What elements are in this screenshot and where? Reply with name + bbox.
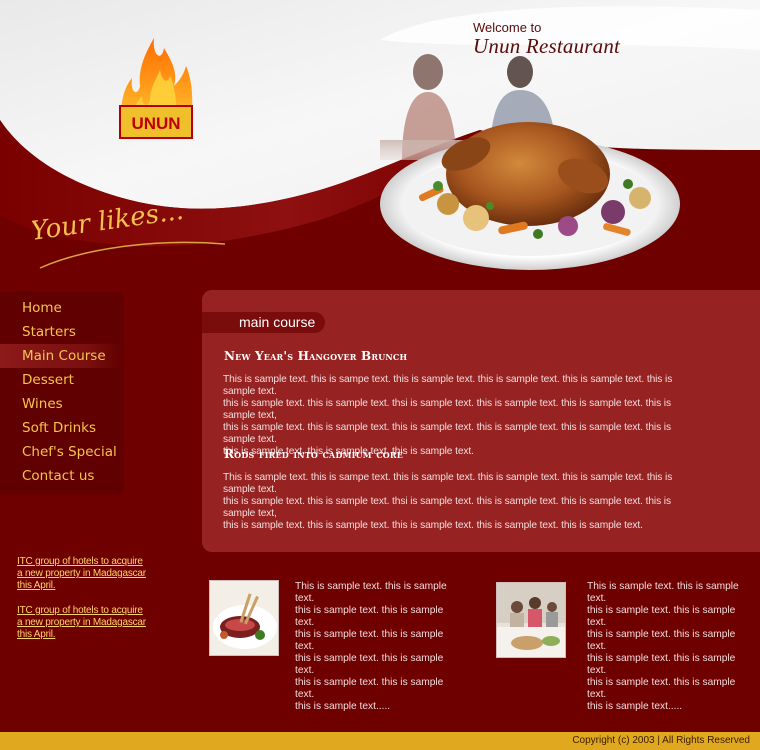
nav-item-soft-drinks[interactable]: Soft Drinks	[0, 416, 124, 440]
news-link-line: a new property in Madagascar	[17, 568, 146, 579]
featured-line: this is sample text. this is sample text…	[295, 629, 444, 652]
news-link-line: ITC group of hotels to acquire	[17, 556, 143, 567]
steak-dish-image	[213, 593, 277, 649]
nav-item-contact-us[interactable]: Contact us	[0, 464, 124, 488]
welcome-label: Welcome to	[473, 20, 542, 35]
nav-item-home[interactable]: Home	[0, 296, 124, 320]
article-title: Rods fired into cadmium core	[224, 447, 404, 461]
featured-line: This is sample text. this is sample text…	[295, 581, 447, 604]
copyright-text: Copyright (c) 2003 | All Rights Reserved	[572, 735, 750, 746]
main-navigation: Home Starters Main Course Dessert Wines …	[0, 292, 124, 494]
logo-text: UNUN	[131, 114, 180, 133]
tagline-your-likes: Your likes...	[32, 198, 185, 247]
featured-thumbnail-family[interactable]	[496, 582, 566, 658]
family-dining-image	[497, 583, 565, 657]
page: UNUN Welcome to Unun Restaurant Your lik…	[0, 0, 760, 750]
featured-line: this is sample text. this is sample text…	[587, 629, 736, 652]
nav-item-main-course[interactable]: Main Course	[0, 344, 124, 368]
article-body: This is sample text. this is sampe text.…	[223, 374, 703, 458]
featured-line: this is sample text. this is sample text…	[587, 653, 736, 676]
news-link[interactable]: ITC group of hotels to acquire a new pro…	[17, 605, 147, 641]
news-link-line: a new property in Madagascar	[17, 617, 146, 628]
featured-line: this is sample text. this is sample text…	[587, 605, 736, 628]
featured-line: this is sample text. this is sample text…	[295, 677, 444, 700]
content-panel: main course New Year's Hangover Brunch T…	[202, 290, 760, 552]
article-title: New Year's Hangover Brunch	[224, 349, 408, 363]
roast-turkey-image	[380, 122, 680, 270]
nav-item-starters[interactable]: Starters	[0, 320, 124, 344]
nav-item-chefs-special[interactable]: Chef's Special	[0, 440, 124, 464]
article-line: this is sample text. this is sample text…	[223, 422, 671, 445]
article-body: This is sample text. this is sampe text.…	[223, 472, 703, 532]
article-line: this is sample text. this is sample text…	[223, 398, 671, 421]
article-line: This is sample text. this is sampe text.…	[223, 374, 673, 397]
news-link-line: this April.	[17, 580, 56, 591]
nav-item-dessert[interactable]: Dessert	[0, 368, 124, 392]
featured-description: This is sample text. this is sample text…	[587, 581, 757, 713]
featured-line: this is sample text.....	[295, 701, 391, 712]
featured-description: This is sample text. this is sample text…	[295, 581, 465, 713]
featured-line: this is sample text.....	[587, 701, 683, 712]
news-link[interactable]: ITC group of hotels to acquire a new pro…	[17, 556, 147, 592]
footer-bar: Copyright (c) 2003 | All Rights Reserved	[0, 732, 760, 750]
article-line: this is sample text. this is sample text…	[223, 496, 671, 519]
flame-logo: UNUN	[119, 38, 193, 139]
featured-line: this is sample text. this is sample text…	[295, 605, 444, 628]
article-line: this is sample text. this is sample text…	[223, 520, 643, 531]
news-link-line: ITC group of hotels to acquire	[17, 605, 143, 616]
featured-line: this is sample text. this is sample text…	[587, 677, 736, 700]
featured-line: This is sample text. this is sample text…	[587, 581, 739, 604]
featured-thumbnail-steak[interactable]	[209, 580, 279, 656]
section-title: main course	[239, 314, 316, 330]
article-line: This is sample text. this is sampe text.…	[223, 472, 673, 495]
tagline-text: Your likes...	[32, 198, 185, 247]
nav-item-wines[interactable]: Wines	[0, 392, 124, 416]
featured-line: this is sample text. this is sample text…	[295, 653, 444, 676]
restaurant-name: Unun Restaurant	[473, 34, 621, 58]
news-link-line: this April.	[17, 629, 56, 640]
